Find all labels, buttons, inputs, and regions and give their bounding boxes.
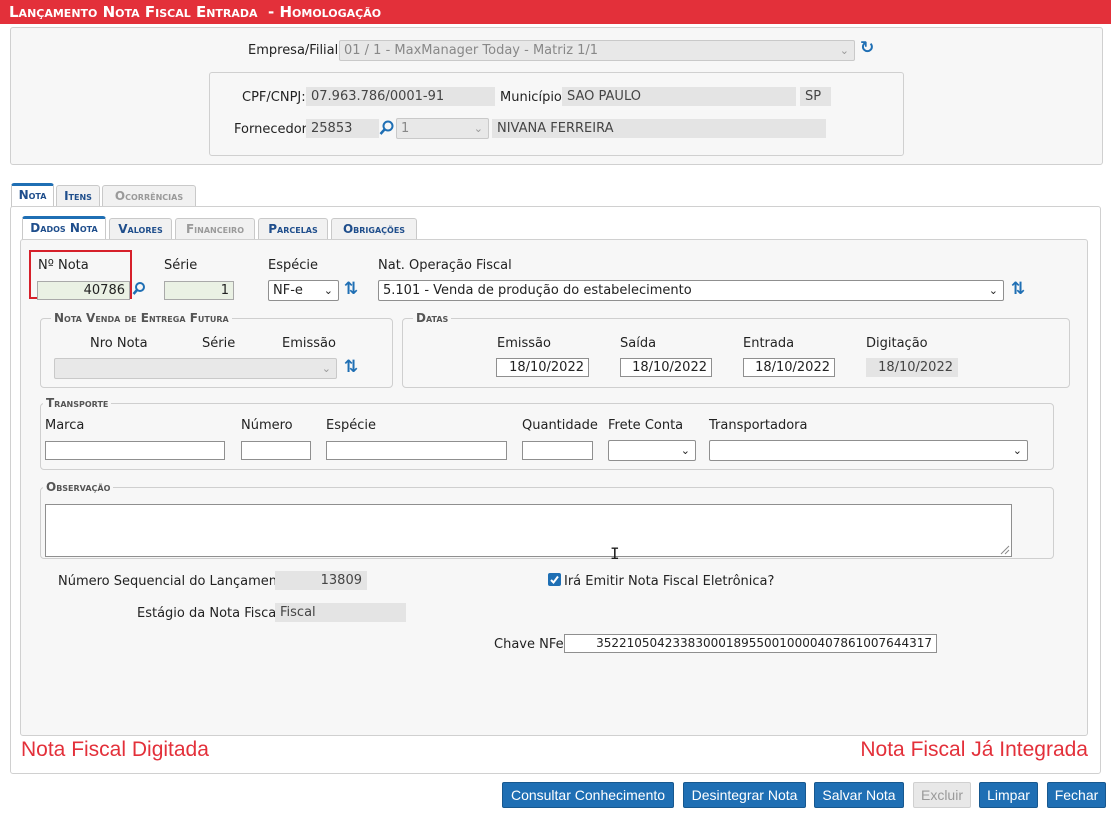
datas-digitacao-field: 18/10/2022 bbox=[866, 358, 958, 377]
venda-futura-select[interactable]: ⌄ bbox=[54, 358, 337, 379]
transporte-especie-field[interactable] bbox=[326, 441, 507, 460]
limpar-button[interactable]: Limpar bbox=[979, 782, 1038, 808]
municipio-label: Município: bbox=[500, 90, 567, 105]
natop-refresh-icon[interactable]: ⇅ bbox=[1011, 281, 1025, 298]
resize-handle-icon[interactable] bbox=[999, 544, 1010, 555]
numero-nota-field[interactable]: 40786 bbox=[37, 281, 130, 300]
datas-saida-field[interactable]: 18/10/2022 bbox=[620, 358, 712, 377]
chevron-down-icon: ⌄ bbox=[1012, 444, 1022, 457]
chave-field[interactable]: 3522105042338300018955001000040786100764… bbox=[564, 634, 937, 653]
desintegrar-nota-button[interactable]: Desintegrar Nota bbox=[683, 782, 806, 808]
nfe-checkbox-label: Irá Emitir Nota Fiscal Eletrônica? bbox=[564, 574, 775, 589]
subtab-obrigacoes[interactable]: Obrigações bbox=[331, 218, 417, 240]
observacao-textarea[interactable] bbox=[45, 504, 1012, 557]
fornecedor-label: Fornecedor: bbox=[234, 122, 312, 137]
chave-label: Chave NFe: bbox=[494, 637, 568, 652]
seq-label: Número Sequencial do Lançamento: bbox=[58, 574, 295, 589]
window-title-bar: Lançamento Nota Fiscal Entrada - Homolog… bbox=[0, 0, 1111, 24]
transporte-marca-field[interactable] bbox=[45, 441, 225, 460]
cpf-field: 07.963.786/0001-91 bbox=[306, 87, 495, 106]
status-digitada: Nota Fiscal Digitada bbox=[21, 738, 209, 761]
empresa-select[interactable]: 01 / 1 - MaxManager Today - Matriz 1/1 ⌄ bbox=[339, 40, 855, 61]
especie-select[interactable]: NF-e ⌄ bbox=[268, 280, 339, 301]
venda-futura-refresh-icon[interactable]: ⇅ bbox=[344, 359, 358, 376]
datas-digitacao-label: Digitação bbox=[866, 336, 928, 351]
subtab-dados-nota[interactable]: Dados Nota bbox=[22, 216, 106, 240]
observacao-legend: Observação bbox=[43, 480, 114, 494]
empresa-label: Empresa/Filial: bbox=[248, 43, 343, 58]
transporte-frete-select[interactable]: ⌄ bbox=[608, 440, 696, 461]
venda-futura-nro-label: Nro Nota bbox=[90, 336, 148, 351]
datas-saida-label: Saída bbox=[620, 336, 657, 351]
venda-futura-legend: Nota Venda de Entrega Futura bbox=[51, 311, 232, 325]
search-icon[interactable] bbox=[132, 281, 146, 297]
serie-field[interactable]: 1 bbox=[164, 281, 234, 300]
chevron-down-icon: ⌄ bbox=[839, 44, 849, 57]
fornecedor-name-field: NIVANA FERREIRA bbox=[492, 119, 826, 138]
uf-field: SP bbox=[800, 87, 831, 106]
subtab-parcelas[interactable]: Parcelas bbox=[258, 218, 328, 240]
status-integrada: Nota Fiscal Já Integrada bbox=[860, 738, 1088, 761]
tab-nota[interactable]: Nota bbox=[11, 183, 54, 207]
nfe-checkbox[interactable] bbox=[548, 573, 561, 586]
datas-entrada-field[interactable]: 18/10/2022 bbox=[743, 358, 835, 377]
estagio-label: Estágio da Nota Fiscal: bbox=[137, 606, 285, 621]
chevron-down-icon: ⌄ bbox=[680, 444, 690, 457]
serie-label: Série bbox=[164, 258, 198, 273]
natop-label: Nat. Operação Fiscal bbox=[378, 258, 512, 273]
consultar-conhecimento-button[interactable]: Consultar Conhecimento bbox=[502, 782, 674, 808]
numero-nota-label: Nº Nota bbox=[38, 258, 89, 273]
search-icon[interactable] bbox=[379, 119, 395, 137]
natop-select[interactable]: 5.101 - Venda de produção do estabelecim… bbox=[378, 280, 1004, 301]
text-cursor-icon: I bbox=[610, 544, 620, 563]
datas-emissao-label: Emissão bbox=[497, 336, 551, 351]
datas-fieldset bbox=[402, 318, 1070, 388]
fornecedor-panel bbox=[209, 72, 904, 156]
venda-futura-emissao-label: Emissão bbox=[282, 336, 336, 351]
fornecedor-sub-select[interactable]: 1 ⌄ bbox=[396, 118, 489, 139]
excluir-button[interactable]: Excluir bbox=[913, 782, 971, 808]
transporte-marca-label: Marca bbox=[45, 418, 85, 433]
chevron-down-icon: ⌄ bbox=[988, 284, 998, 297]
empresa-refresh-icon[interactable]: ↻ bbox=[860, 40, 874, 57]
transporte-frete-label: Frete Conta bbox=[608, 418, 684, 433]
transporte-numero-field[interactable] bbox=[241, 441, 311, 460]
cpf-label: CPF/CNPJ: bbox=[242, 90, 306, 105]
transporte-transportadora-label: Transportadora bbox=[709, 418, 808, 433]
venda-futura-serie-label: Série bbox=[202, 336, 236, 351]
transporte-legend: Transporte bbox=[43, 396, 112, 410]
chevron-down-icon: ⌄ bbox=[323, 284, 333, 297]
transporte-numero-label: Número bbox=[241, 418, 293, 433]
environment-label: - Homologação bbox=[268, 3, 382, 21]
transporte-quantidade-label: Quantidade bbox=[522, 418, 598, 433]
municipio-field: SAO PAULO bbox=[562, 87, 796, 106]
tab-ocorrencias[interactable]: Ocorrências bbox=[102, 185, 196, 207]
especie-refresh-icon[interactable]: ⇅ bbox=[344, 281, 358, 298]
especie-label: Espécie bbox=[268, 258, 318, 273]
estagio-field: Fiscal bbox=[275, 603, 406, 622]
chevron-down-icon: ⌄ bbox=[321, 362, 331, 375]
datas-legend: Datas bbox=[413, 311, 452, 325]
transporte-transportadora-select[interactable]: ⌄ bbox=[709, 440, 1028, 461]
seq-field: 13809 bbox=[275, 571, 367, 590]
subtab-financeiro[interactable]: Financeiro bbox=[175, 218, 255, 240]
transporte-quantidade-field[interactable] bbox=[522, 441, 593, 460]
transporte-especie-label: Espécie bbox=[326, 418, 376, 433]
chevron-down-icon: ⌄ bbox=[473, 122, 483, 135]
fechar-button[interactable]: Fechar bbox=[1047, 782, 1106, 808]
salvar-nota-button[interactable]: Salvar Nota bbox=[814, 782, 904, 808]
datas-emissao-field[interactable]: 18/10/2022 bbox=[496, 358, 589, 377]
subtab-valores[interactable]: Valores bbox=[109, 218, 172, 240]
fornecedor-code-field: 25853 bbox=[306, 119, 379, 138]
tab-itens[interactable]: Itens bbox=[56, 185, 100, 207]
datas-entrada-label: Entrada bbox=[743, 336, 795, 351]
page-title: Lançamento Nota Fiscal Entrada bbox=[9, 3, 258, 21]
